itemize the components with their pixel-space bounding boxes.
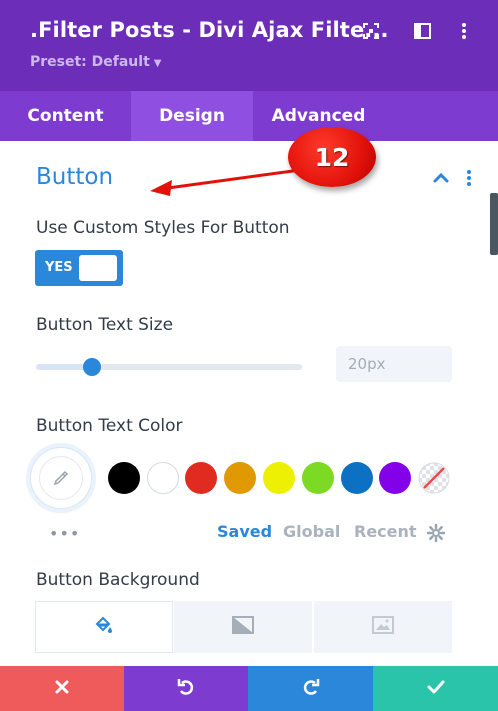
- annotation-badge: 12: [288, 127, 376, 187]
- annotation-arrow: [150, 168, 301, 196]
- annotation-number: 12: [314, 142, 350, 172]
